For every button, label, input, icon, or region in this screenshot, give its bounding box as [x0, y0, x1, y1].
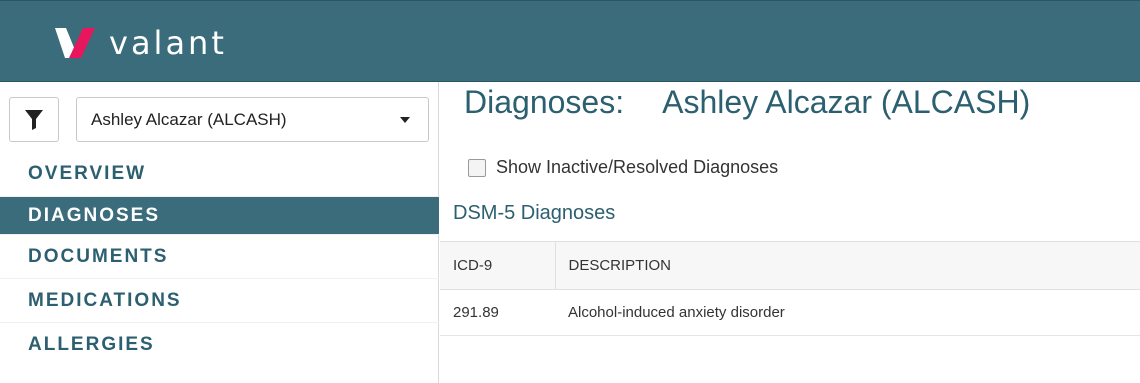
main-content: Diagnoses: Ashley Alcazar (ALCASH) Show I…	[440, 82, 1140, 383]
sidebar: Ashley Alcazar (ALCASH) OVERVIEW DIAGNOS…	[0, 82, 439, 383]
valant-logo[interactable]: valant	[55, 23, 227, 63]
app-header: valant	[0, 0, 1140, 82]
sidebar-nav: OVERVIEW DIAGNOSES DOCUMENTS MEDICATIONS…	[0, 152, 439, 366]
patient-select-value: Ashley Alcazar (ALCASH)	[91, 109, 287, 129]
patient-select[interactable]: Ashley Alcazar (ALCASH)	[76, 97, 429, 142]
sidebar-item-allergies[interactable]: ALLERGIES	[0, 322, 439, 366]
sidebar-item-overview[interactable]: OVERVIEW	[0, 152, 439, 196]
page-title: Diagnoses: Ashley Alcazar (ALCASH)	[464, 84, 1030, 121]
table-header-row: ICD-9 DESCRIPTION	[440, 241, 1140, 290]
column-header-icd9[interactable]: ICD-9	[440, 241, 556, 290]
diagnosis-description: Alcohol-induced anxiety disorder	[568, 304, 785, 321]
chevron-down-icon	[400, 117, 410, 123]
filter-icon	[25, 109, 43, 130]
sidebar-item-medications[interactable]: MEDICATIONS	[0, 278, 439, 322]
valant-logo-mark-icon	[55, 28, 95, 58]
diagnosis-code: 291.89	[453, 304, 499, 321]
show-inactive-checkbox[interactable]	[468, 158, 486, 177]
table-row[interactable]: 291.89 Alcohol-induced anxiety disorder	[440, 290, 1140, 336]
page-title-prefix: Diagnoses:	[464, 84, 625, 120]
filter-button[interactable]	[9, 97, 59, 142]
page-title-patient: Ashley Alcazar (ALCASH)	[662, 84, 1031, 120]
diagnoses-table: ICD-9 DESCRIPTION 291.89 Alcohol-induced…	[440, 241, 1140, 336]
sidebar-item-documents[interactable]: DOCUMENTS	[0, 234, 439, 278]
show-inactive-label[interactable]: Show Inactive/Resolved Diagnoses	[496, 157, 778, 178]
section-title: DSM-5 Diagnoses	[453, 202, 616, 224]
logo-text: valant	[109, 24, 227, 62]
sidebar-item-diagnoses[interactable]: DIAGNOSES	[0, 196, 439, 234]
show-inactive-toggle[interactable]: Show Inactive/Resolved Diagnoses	[468, 157, 778, 178]
column-header-description[interactable]: DESCRIPTION	[555, 242, 1140, 290]
